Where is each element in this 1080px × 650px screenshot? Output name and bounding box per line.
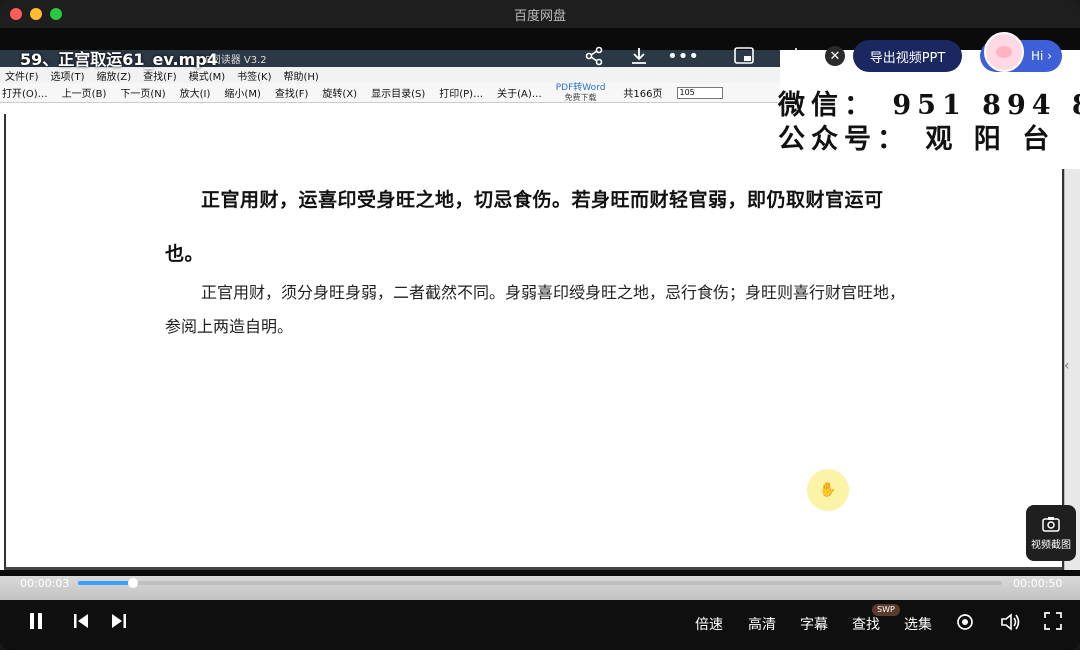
assistant-avatar[interactable] [984,32,1024,72]
video-title: 59、正宫取运61_ev.mp4 [20,50,218,69]
maximize-window-icon[interactable] [50,8,62,20]
capture-label: 视频截图 [1031,539,1071,551]
episodes-button[interactable]: 选集 [904,614,932,634]
share-icon[interactable] [582,44,606,68]
search-button[interactable]: 查找 [852,614,880,634]
total-time: 00:00:50 [1013,577,1063,590]
watermark-official-account: 公众号： 观 阳 台 [778,124,1056,155]
progress-knob[interactable] [128,578,138,588]
menu-help: 帮助(H) [283,71,319,83]
camera-icon [1042,516,1060,532]
watermark-wechat: 微信： 951 894 893 [778,90,1080,121]
speed-button[interactable]: 倍速 [695,614,723,634]
chevron-right-icon: › [1043,49,1052,63]
page-count: 共166页 [623,89,663,100]
toolbar-next-page: 下一页(N) [120,89,166,100]
close-overlay-icon[interactable]: ✕ [825,46,845,66]
video-capture-button[interactable]: 视频截图 [1026,505,1076,561]
page-number-field: 105 [676,86,723,99]
reader-toolbar: 打开(O)… 上一页(B) 下一页(N) 放大(I) 缩小(M) 查找(F) 旋… [0,83,780,103]
toolbar-rotate: 旋转(X) [322,89,358,100]
document-paragraph-1: 正官用财，运喜印受身旺之地，切忌食伤。若身旺而财轻官弱，即仍取财官运可也。 [165,189,884,265]
fullscreen-icon[interactable] [1044,612,1062,636]
eye-protection-icon[interactable] [955,612,975,638]
next-icon[interactable] [110,612,128,636]
volume-icon[interactable] [1000,612,1022,638]
contact-watermark: 微信： 951 894 893 公众号： 观 阳 台 [778,89,1080,169]
video-area[interactable]: F阅读器 V3.2 文件(F) 选项(T) 缩放(Z) 查找(F) 模式(M) … [0,28,1080,628]
document-paragraph-2: 正官用财，须分身旺身弱，二者截然不同。身弱喜印绶身旺之地，忌行食伤；身旺则喜行财… [165,283,906,336]
toolbar-zoom-in: 放大(I) [179,89,211,100]
subtitle-button[interactable]: 字幕 [800,614,828,634]
title-bar: 百度网盘 [0,0,1080,28]
previous-icon[interactable] [72,612,90,636]
pdf-to-word-label: PDF转Word [555,82,606,93]
app-window: 百度网盘 F阅读器 V3.2 文件(F) 选项(T) 缩放(Z) 查找(F) 模… [0,0,1080,650]
hand-cursor-icon: ✋ [807,469,849,511]
minimize-window-icon[interactable] [30,8,42,20]
current-time: 00:00:03 [20,577,70,590]
more-icon[interactable]: ••• [667,44,699,68]
progress-bar[interactable] [78,578,1002,588]
toolbar-show-toc: 显示目录(S) [371,89,426,100]
picture-in-picture-icon[interactable] [732,44,756,68]
pdf-to-word-banner: PDF转Word 免费下载 [555,82,606,102]
free-download-label: 免费下载 [564,92,597,102]
export-ppt-button[interactable]: 导出视频PPT [853,40,962,72]
menu-bookmark: 书签(K) [237,71,272,83]
toolbar-zoom-out: 缩小(M) [224,89,261,100]
progress-fill [78,581,133,585]
window-controls [10,8,62,20]
quality-button[interactable]: 高清 [748,614,776,634]
toolbar-print: 打印(P)… [439,89,484,100]
toolbar-find: 查找(F) [274,89,309,100]
assistant-label: Hi [1031,49,1044,63]
app-title: 百度网盘 [513,8,566,24]
download-icon[interactable] [627,44,651,68]
pause-icon[interactable] [28,612,44,636]
toolbar-open: 打开(O)… [2,89,48,100]
side-collapse-icon[interactable]: ‹ [1064,358,1070,374]
toolbar-about: 关于(A)… [497,89,542,100]
close-window-icon[interactable] [10,8,22,20]
toolbar-prev-page: 上一页(B) [61,89,107,100]
window-mode-icon[interactable] [778,44,802,68]
